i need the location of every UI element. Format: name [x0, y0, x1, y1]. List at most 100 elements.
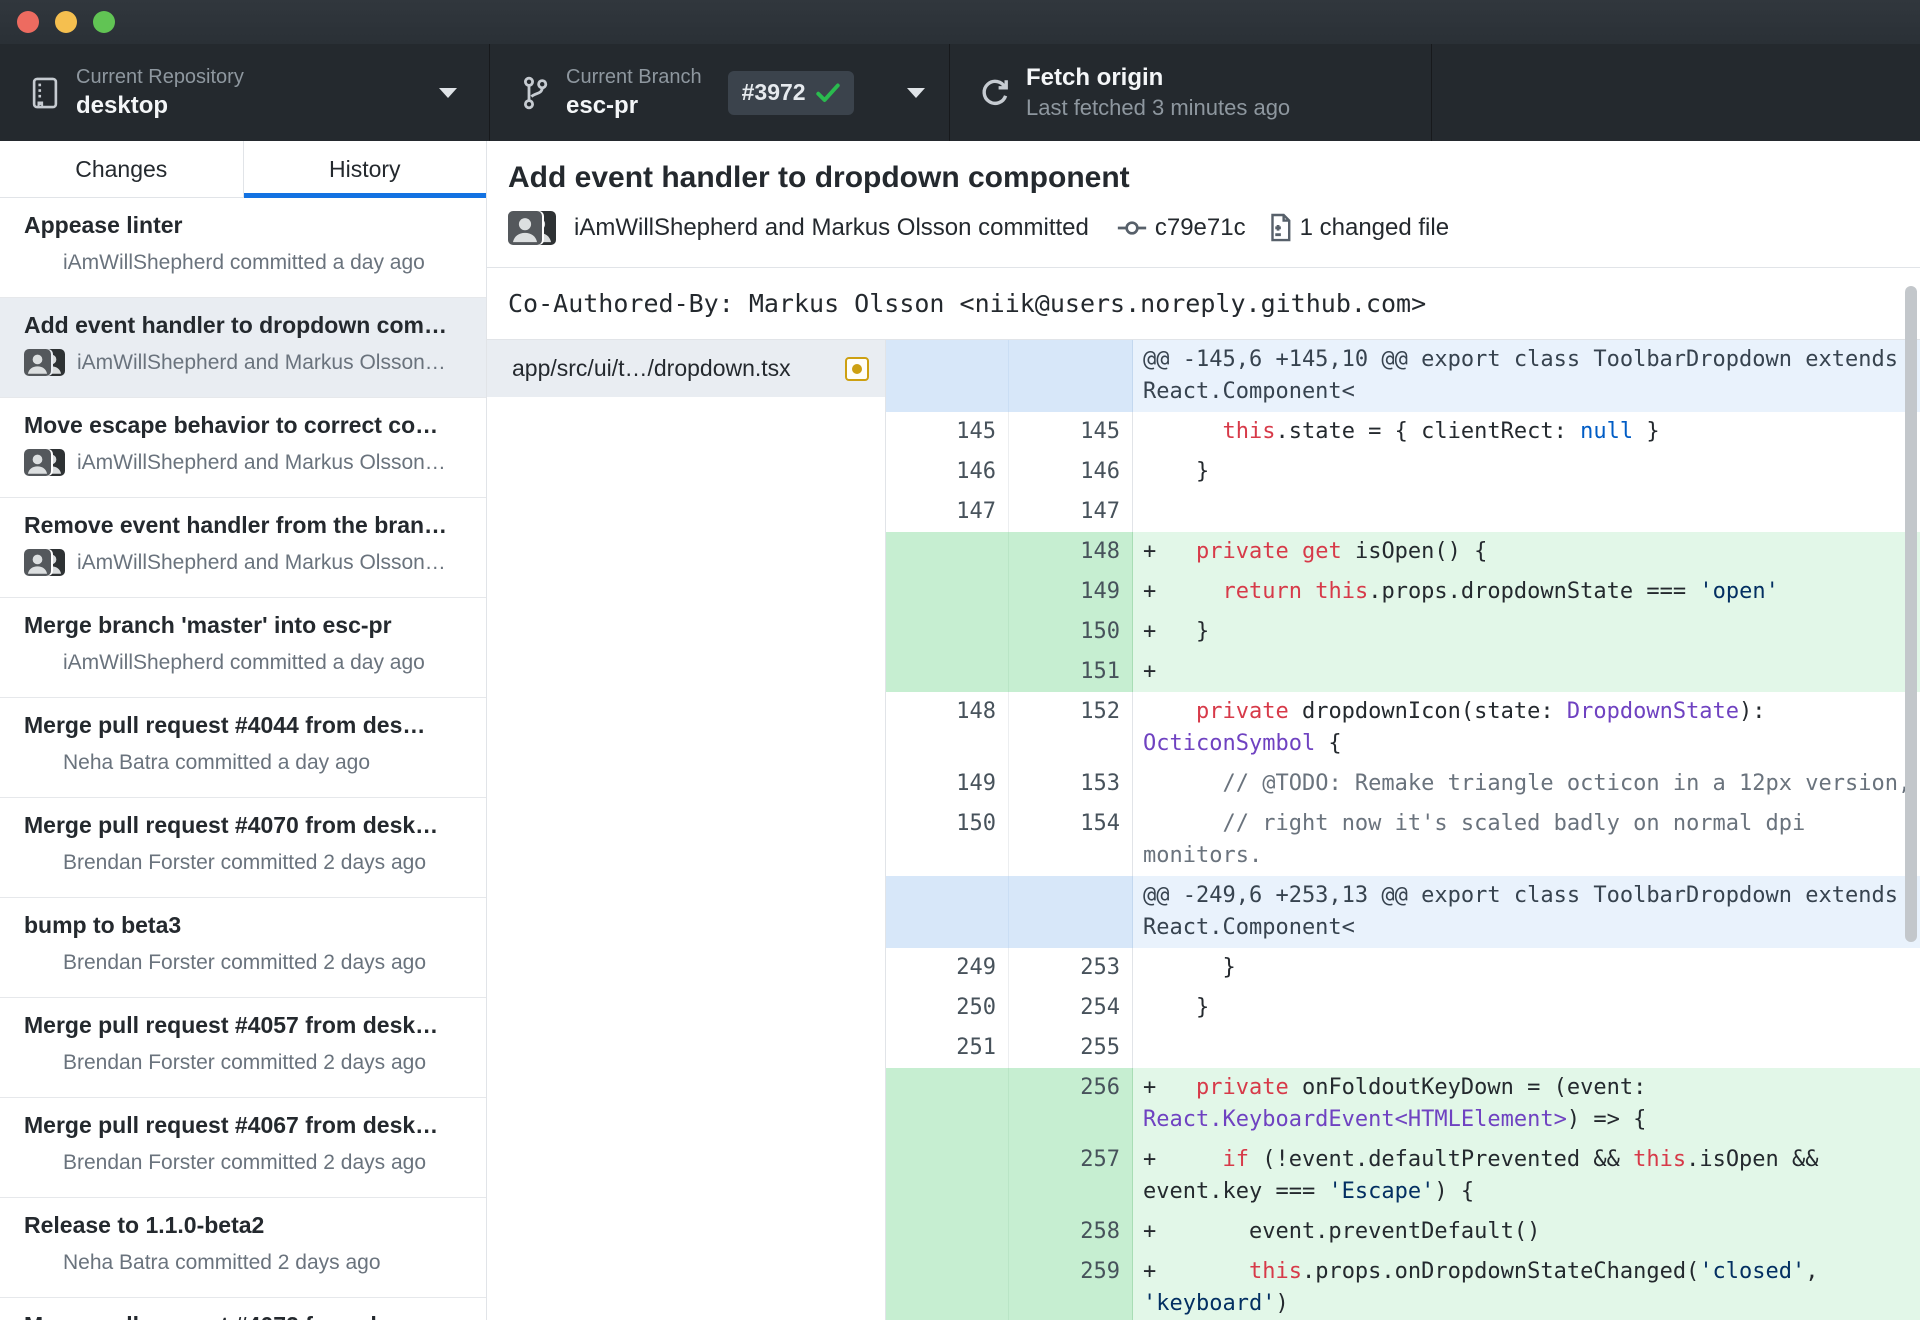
commit-item-meta: iAmWillShepherd committed a day ago: [63, 650, 425, 674]
diff-code-text: +: [1143, 659, 1157, 684]
changed-files-panel: app/src/ui/t…/dropdown.tsx: [487, 340, 885, 1320]
diff-code-text: + this.props.onDropdownStateChanged('clo…: [1143, 1259, 1832, 1316]
diff-hunk-header: @@ -249,6 +253,13 @@ export class Toolba…: [886, 876, 1920, 948]
commit-list-item[interactable]: Move escape behavior to correct co… iAmWi…: [0, 398, 486, 498]
old-line-number: [886, 1140, 1009, 1212]
git-commit-icon: [1117, 215, 1147, 241]
branch-name: esc-pr: [566, 91, 639, 119]
avatar-group: [508, 211, 558, 245]
diff-line: 250 254 }: [886, 988, 1920, 1028]
old-line-number: 150: [886, 804, 1009, 876]
file-list-item[interactable]: app/src/ui/t…/dropdown.tsx: [487, 340, 885, 397]
commit-description: Co-Authored-By: Markus Olsson <niik@user…: [487, 268, 1920, 340]
old-line-number: [886, 572, 1009, 612]
diff-code-text: [1133, 1028, 1920, 1068]
avatar: [24, 549, 51, 576]
current-branch-button[interactable]: Current Branch esc-pr #3972: [490, 44, 950, 141]
commit-item-title: Merge pull request #4070 from desk…: [24, 812, 439, 838]
old-line-number: 146: [886, 452, 1009, 492]
pr-number: #3972: [741, 79, 806, 105]
commit-list-item[interactable]: Appease linter iAmWillShepherd committed …: [0, 198, 486, 298]
old-line-number: 249: [886, 948, 1009, 988]
diff-line: 251 255: [886, 1028, 1920, 1068]
zoom-button[interactable]: [93, 11, 115, 33]
old-line-number: 250: [886, 988, 1009, 1028]
diff-line: 256 + private onFoldoutKeyDown = (event: …: [886, 1068, 1920, 1140]
commit-item-title: Add event handler to dropdown com…: [24, 312, 447, 338]
diff-scrollbar-thumb[interactable]: [1905, 286, 1917, 942]
commit-sha[interactable]: c79e71c: [1155, 214, 1246, 242]
commit-item-title: Merge pull request #4067 from desk…: [24, 1112, 439, 1138]
fetch-origin-button[interactable]: Fetch origin Last fetched 3 minutes ago: [950, 44, 1432, 141]
current-repository-button[interactable]: Current Repository desktop: [0, 44, 490, 141]
avatar: [24, 349, 51, 376]
diff-code-text: }: [1143, 995, 1210, 1020]
old-line-number: [886, 340, 1009, 412]
commit-item-meta: iAmWillShepherd committed a day ago: [63, 250, 425, 274]
close-button[interactable]: [17, 11, 39, 33]
commit-item-title: Remove event handler from the bran…: [24, 512, 448, 538]
commit-item-meta: Brendan Forster committed 2 days ago: [63, 1150, 427, 1174]
commit-list-item[interactable]: Merge pull request #4072 from d…: [0, 1298, 486, 1320]
new-line-number: 254: [1009, 988, 1133, 1028]
diff-line: 258 + event.preventDefault(): [886, 1212, 1920, 1252]
commit-list-item[interactable]: Release to 1.1.0-beta2 Neha Batra committ…: [0, 1198, 486, 1298]
new-line-number: 151: [1009, 652, 1133, 692]
new-line-number: 152: [1009, 692, 1133, 764]
sync-icon: [978, 76, 1012, 110]
new-line-number: 148: [1009, 532, 1133, 572]
fetch-title: Fetch origin: [1026, 64, 1164, 91]
new-line-number: 146: [1009, 452, 1133, 492]
github-desktop-window: Current Repository desktop Current Branc…: [0, 0, 1920, 1320]
avatar-group: [24, 649, 51, 676]
avatar-group: [24, 449, 65, 476]
minimize-button[interactable]: [55, 11, 77, 33]
diff-code-text: }: [1143, 955, 1236, 980]
commit-item-title: bump to beta3: [24, 912, 182, 938]
commit-list-item[interactable]: Merge pull request #4070 from desk… Brend…: [0, 798, 486, 898]
diff-line: 148 + private get isOpen() {: [886, 532, 1920, 572]
old-line-number: [886, 652, 1009, 692]
tab-changes[interactable]: Changes: [0, 141, 243, 197]
pr-status-badge[interactable]: #3972: [727, 70, 854, 115]
changed-files-count: 1 changed file: [1299, 214, 1450, 241]
repo-label: Current Repository: [76, 65, 244, 88]
new-line-number: 154: [1009, 804, 1133, 876]
diff-code-text: this.state = { clientRect: null }: [1222, 419, 1660, 444]
new-line-number: 258: [1009, 1212, 1133, 1252]
new-line-number: 145: [1009, 412, 1133, 452]
commit-detail-pane: Add event handler to dropdown component …: [487, 141, 1920, 1320]
commit-list-item[interactable]: Merge pull request #4067 from desk… Brend…: [0, 1098, 486, 1198]
diff-code-text: + private get isOpen() {: [1143, 539, 1488, 564]
avatar-group: [24, 1149, 51, 1176]
commit-list-item[interactable]: Merge branch 'master' into esc-pr iAmWill…: [0, 598, 486, 698]
commit-list-item[interactable]: Merge pull request #4057 from desk… Brend…: [0, 998, 486, 1098]
diff-code-text: [1133, 492, 1920, 532]
commit-list-item[interactable]: Merge pull request #4044 from des… Neha B…: [0, 698, 486, 798]
diff-line: 148 152 private dropdownIcon(state: Dropd…: [886, 692, 1920, 764]
diff-code-text: private dropdownIcon(state: DropdownStat…: [1143, 699, 1779, 756]
changed-file-icon: [1266, 213, 1292, 243]
repo-name: desktop: [76, 91, 169, 119]
commit-list-item[interactable]: bump to beta3 Brendan Forster committed 2…: [0, 898, 486, 998]
tab-history[interactable]: History: [242, 141, 487, 198]
new-line-number: 147: [1009, 492, 1133, 532]
diff-line: 149 153 // @TODO: Remake triangle octicon…: [886, 764, 1920, 804]
avatar-group: [24, 1249, 51, 1276]
diff-code-text: @@ -145,6 +145,10 @@ export class Toolba…: [1143, 347, 1898, 404]
commit-item-meta: iAmWillShepherd and Markus Olsson…: [77, 550, 446, 574]
file-path: app/src/ui/t…/dropdown.tsx: [512, 355, 791, 381]
history-sidebar: Changes History Appease linter iAmWillShe…: [0, 141, 487, 1320]
avatar-group: [24, 349, 65, 376]
old-line-number: 148: [886, 692, 1009, 764]
new-line-number: 257: [1009, 1140, 1133, 1212]
commit-list-item[interactable]: Add event handler to dropdown com… iAmWil…: [0, 298, 486, 398]
toolbar: Current Repository desktop Current Branc…: [0, 44, 1920, 141]
diff-line: 259 + this.props.onDropdownStateChanged('…: [886, 1252, 1920, 1320]
diff-line: 249 253 }: [886, 948, 1920, 988]
old-line-number: 145: [886, 412, 1009, 452]
commit-item-title: Release to 1.1.0-beta2: [24, 1212, 265, 1238]
commit-list-item[interactable]: Remove event handler from the bran… iAmWi…: [0, 498, 486, 598]
commit-item-title: Move escape behavior to correct co…: [24, 412, 439, 438]
new-line-number: 253: [1009, 948, 1133, 988]
